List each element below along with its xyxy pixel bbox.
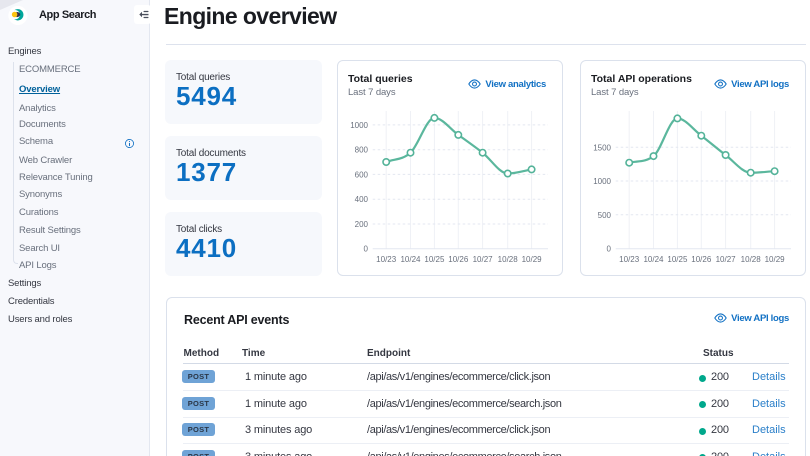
svg-text:200: 200 <box>355 220 369 229</box>
svg-text:10/24: 10/24 <box>643 255 664 264</box>
svg-text:10/23: 10/23 <box>619 255 640 264</box>
svg-text:500: 500 <box>598 211 612 220</box>
svg-text:800: 800 <box>355 146 369 155</box>
svg-text:10/26: 10/26 <box>691 255 712 264</box>
svg-text:10/28: 10/28 <box>741 255 762 264</box>
svg-text:10/28: 10/28 <box>498 255 519 264</box>
svg-text:10/27: 10/27 <box>716 255 737 264</box>
svg-text:1000: 1000 <box>350 121 368 130</box>
svg-text:0: 0 <box>364 245 369 254</box>
svg-text:10/24: 10/24 <box>400 255 421 264</box>
svg-text:10/27: 10/27 <box>473 255 494 264</box>
svg-text:10/26: 10/26 <box>448 255 469 264</box>
svg-text:1000: 1000 <box>593 177 611 186</box>
svg-text:10/25: 10/25 <box>424 255 445 264</box>
svg-text:10/23: 10/23 <box>376 255 397 264</box>
svg-text:10/29: 10/29 <box>765 255 786 264</box>
svg-text:600: 600 <box>355 170 369 179</box>
svg-text:0: 0 <box>607 245 612 254</box>
svg-text:400: 400 <box>355 195 369 204</box>
svg-text:10/29: 10/29 <box>522 255 543 264</box>
svg-text:1500: 1500 <box>593 143 611 152</box>
svg-text:10/25: 10/25 <box>667 255 688 264</box>
